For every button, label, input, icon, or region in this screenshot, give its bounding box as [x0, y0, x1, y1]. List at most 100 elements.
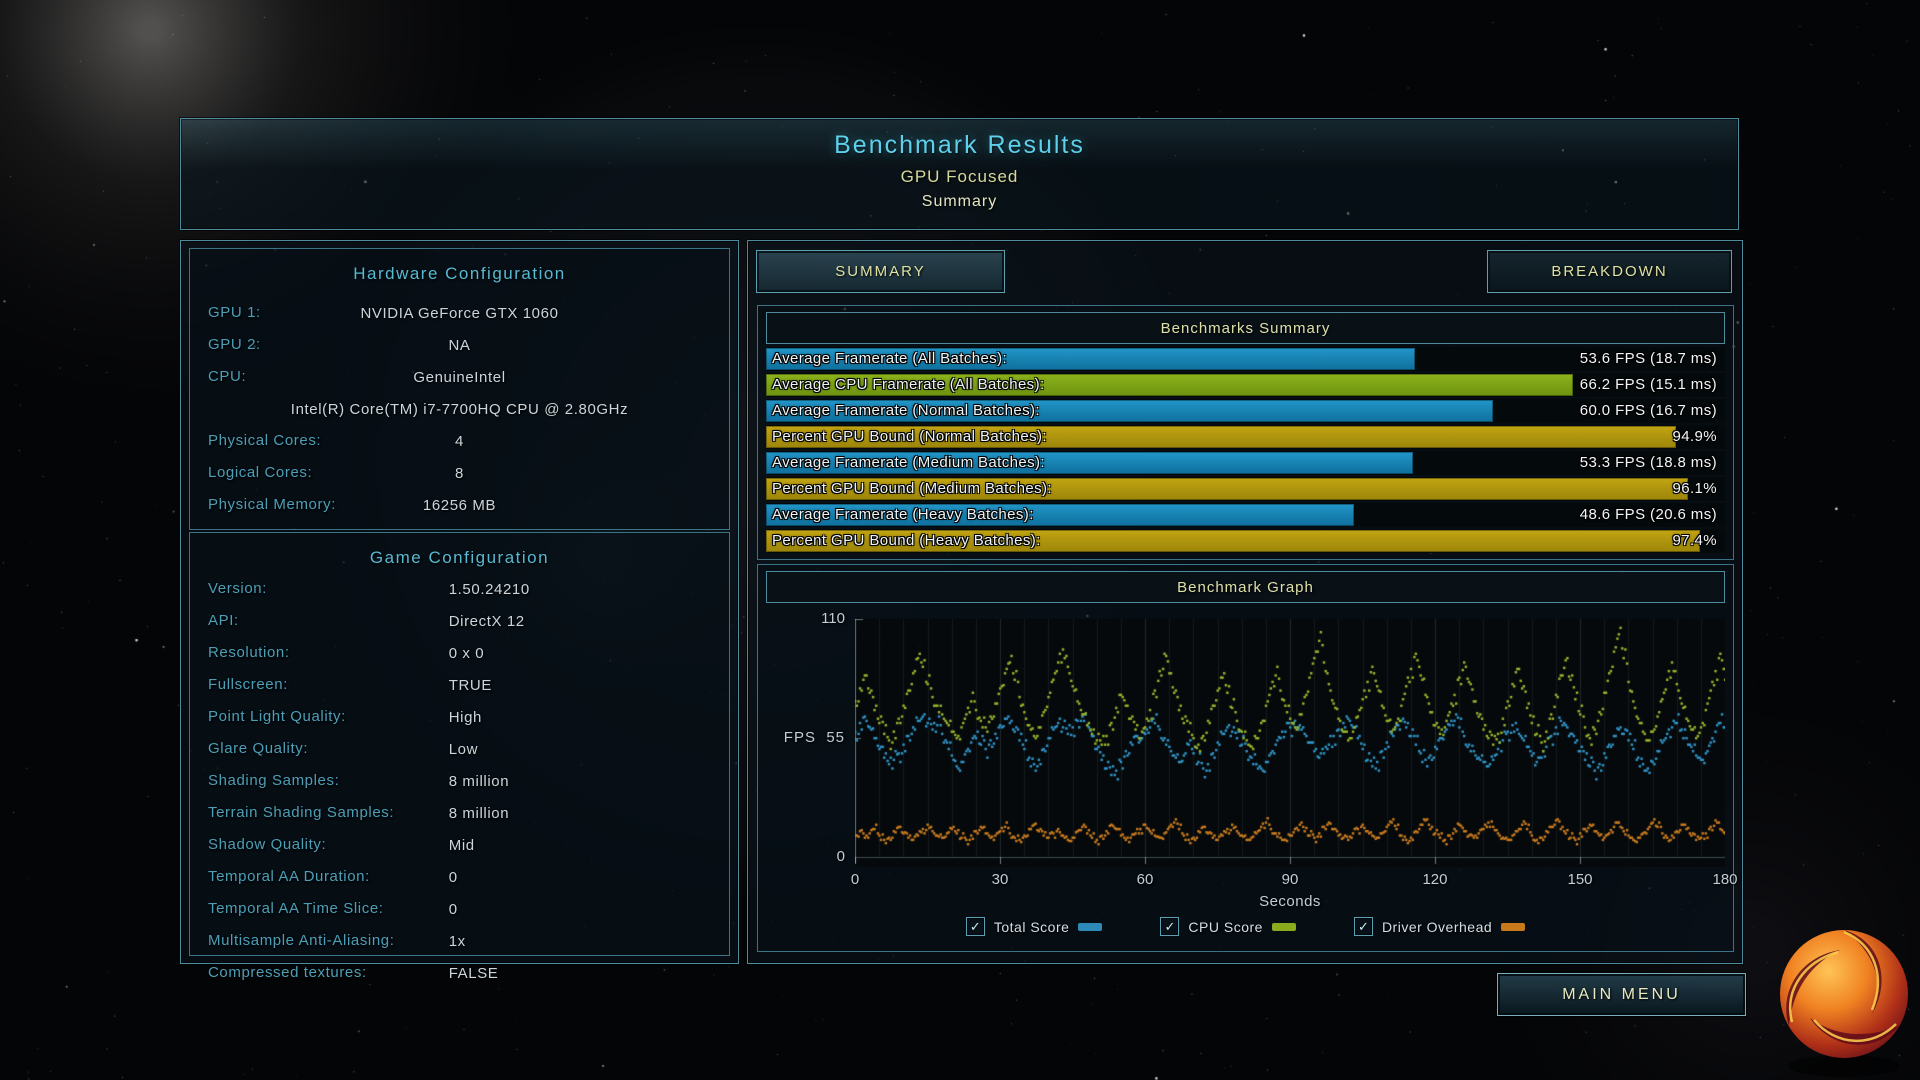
config-value: 0 [448, 869, 458, 886]
benchmark-result-row: Percent GPU Bound (Medium Batches): 96.1% [766, 477, 1725, 501]
config-label: Shading Samples: [208, 772, 340, 789]
config-value: 8 [455, 465, 464, 482]
benchmarks-summary-title: Benchmarks Summary [766, 312, 1725, 344]
x-tick-label: 180 [1712, 871, 1738, 888]
config-label: Point Light Quality: [208, 708, 346, 725]
result-label: Average Framerate (All Batches): [772, 350, 1008, 367]
y-axis-title: FPS [783, 729, 816, 746]
config-row: Multisample Anti-Aliasing: 1x [190, 925, 729, 957]
x-tick-label: 0 [850, 871, 860, 888]
config-value: 4 [455, 433, 464, 450]
game-configuration-rows: Version: 1.50.24210 API: DirectX 12 Resoluti… [190, 573, 729, 989]
x-tick-label: 30 [991, 871, 1009, 888]
benchmark-result-row: Percent GPU Bound (Heavy Batches): 97.4% [766, 529, 1725, 553]
legend-color-swatch [1078, 922, 1103, 931]
config-value: Low [448, 741, 479, 758]
benchmark-graph-title: Benchmark Graph [766, 571, 1725, 603]
x-tick-label: 150 [1567, 871, 1593, 888]
scatter-plot-canvas [855, 619, 1725, 867]
header-panel: Benchmark Results GPU Focused Summary [180, 118, 1739, 230]
config-value: Mid [448, 837, 475, 854]
config-row: Fullscreen: TRUE [190, 669, 729, 701]
benchmark-results-screen: Benchmark Results GPU Focused Summary Ha… [0, 0, 1920, 1080]
config-label: Shadow Quality: [208, 836, 327, 853]
result-label: Average Framerate (Normal Batches): [772, 402, 1040, 419]
config-label: API: [208, 612, 239, 629]
result-label: Average CPU Framerate (All Batches): [772, 376, 1045, 393]
result-label: Percent GPU Bound (Medium Batches): [772, 480, 1052, 497]
config-row: Physical Cores: 4 [190, 425, 729, 457]
config-row: Temporal AA Time Slice: 0 [190, 893, 729, 925]
config-label: Temporal AA Duration: [208, 868, 370, 885]
config-value: Intel(R) Core(TM) i7-7700HQ CPU @ 2.80GH… [290, 401, 629, 418]
config-label: Temporal AA Time Slice: [208, 900, 384, 917]
config-value: High [448, 709, 482, 726]
main-menu-button[interactable]: MAIN MENU [1497, 973, 1746, 1016]
config-row: Resolution: 0 x 0 [190, 637, 729, 669]
tab-breakdown[interactable]: BREAKDOWN [1487, 250, 1732, 293]
legend-color-swatch [1271, 922, 1296, 931]
game-configuration-box: Game Configuration Version: 1.50.24210 API… [189, 532, 730, 982]
result-value: 53.6 FPS (18.7 ms) [1579, 350, 1717, 367]
config-row: Terrain Shading Samples: 8 million [190, 797, 729, 829]
tab-summary[interactable]: SUMMARY [756, 250, 1005, 293]
view-mode-label: Summary [921, 193, 998, 210]
legend-label: Driver Overhead [1381, 918, 1493, 935]
config-row: Shading Samples: 8 million [190, 765, 729, 797]
legend-checkbox[interactable]: ✓ [965, 917, 985, 936]
game-configuration-title: Game Configuration [369, 548, 550, 567]
config-label: Resolution: [208, 644, 290, 661]
config-value: 8 million [448, 805, 510, 822]
y-axis-max-label: 110 [821, 610, 845, 627]
config-value: 16256 MB [422, 497, 497, 514]
legend-item: ✓ CPU Score [1160, 917, 1296, 936]
config-row: Version: 1.50.24210 [190, 573, 729, 605]
legend-checkbox[interactable]: ✓ [1353, 917, 1373, 936]
benchmark-result-row: Average Framerate (Heavy Batches): 48.6 F… [766, 503, 1725, 527]
config-value: NVIDIA GeForce GTX 1060 [360, 305, 559, 322]
x-tick-label: 90 [1281, 871, 1299, 888]
config-label: Glare Quality: [208, 740, 309, 757]
legend-label: Total Score [993, 918, 1070, 935]
config-row: Logical Cores: 8 [190, 457, 729, 489]
configuration-panel: Hardware Configuration GPU 1: NVIDIA GeFo… [180, 240, 739, 982]
hardware-configuration-box: Hardware Configuration GPU 1: NVIDIA GeFo… [189, 248, 730, 530]
config-row: CPU: GenuineIntel [190, 361, 729, 393]
y-axis-mid-value: 55 [826, 729, 845, 746]
legend-item: ✓ Driver Overhead [1353, 917, 1526, 936]
x-axis-ticks: 0 30 60 90 120 150 180 [851, 871, 1738, 889]
result-value: 97.4% [1672, 532, 1717, 549]
config-value: NA [448, 337, 471, 354]
benchmarks-summary-rows: Average Framerate (All Batches): 53.6 FPS… [766, 347, 1725, 553]
legend-checkbox[interactable]: ✓ [1160, 917, 1180, 936]
config-label: Version: [208, 580, 267, 597]
benchmark-plot: 110 FPS 55 0 0 30 60 90 120 150 180 Seconds [784, 610, 1738, 910]
benchmark-result-row: Percent GPU Bound (Normal Batches): 94.9% [766, 425, 1725, 449]
benchmark-result-row: Average Framerate (Medium Batches): 53.3 … [766, 451, 1725, 475]
x-tick-label: 120 [1422, 871, 1448, 888]
config-label: Multisample Anti-Aliasing: [208, 932, 395, 949]
result-label: Average Framerate (Heavy Batches): [772, 506, 1034, 523]
config-value: 0 [448, 901, 458, 918]
benchmark-result-row: Average CPU Framerate (All Batches): 66.2… [766, 373, 1725, 397]
benchmark-graph-box: Benchmark Graph 110 FPS 55 0 0 30 60 90 120 1… [757, 564, 1738, 952]
result-label: Average Framerate (Medium Batches): [772, 454, 1045, 471]
result-value: 60.0 FPS (16.7 ms) [1579, 402, 1717, 419]
result-value: 66.2 FPS (15.1 ms) [1579, 376, 1717, 393]
config-value: TRUE [448, 677, 492, 694]
result-value: 53.3 FPS (18.8 ms) [1579, 454, 1717, 471]
y-axis-min-label: 0 [836, 848, 845, 865]
config-row: API: DirectX 12 [190, 605, 729, 637]
config-value: 0 x 0 [448, 645, 485, 662]
benchmark-type-label: GPU Focused [900, 167, 1019, 186]
config-row: Temporal AA Duration: 0 [190, 861, 729, 893]
config-row: Compressed textures: FALSE [190, 957, 729, 989]
x-tick-label: 60 [1136, 871, 1154, 888]
config-row: GPU 2: NA [190, 329, 729, 361]
config-row: Intel(R) Core(TM) i7-7700HQ CPU @ 2.80GH… [190, 393, 729, 425]
page-title: Benchmark Results [834, 131, 1085, 159]
config-row: Shadow Quality: Mid [190, 829, 729, 861]
config-value: 8 million [448, 773, 510, 790]
config-row: Point Light Quality: High [190, 701, 729, 733]
config-value: 1.50.24210 [448, 581, 530, 598]
